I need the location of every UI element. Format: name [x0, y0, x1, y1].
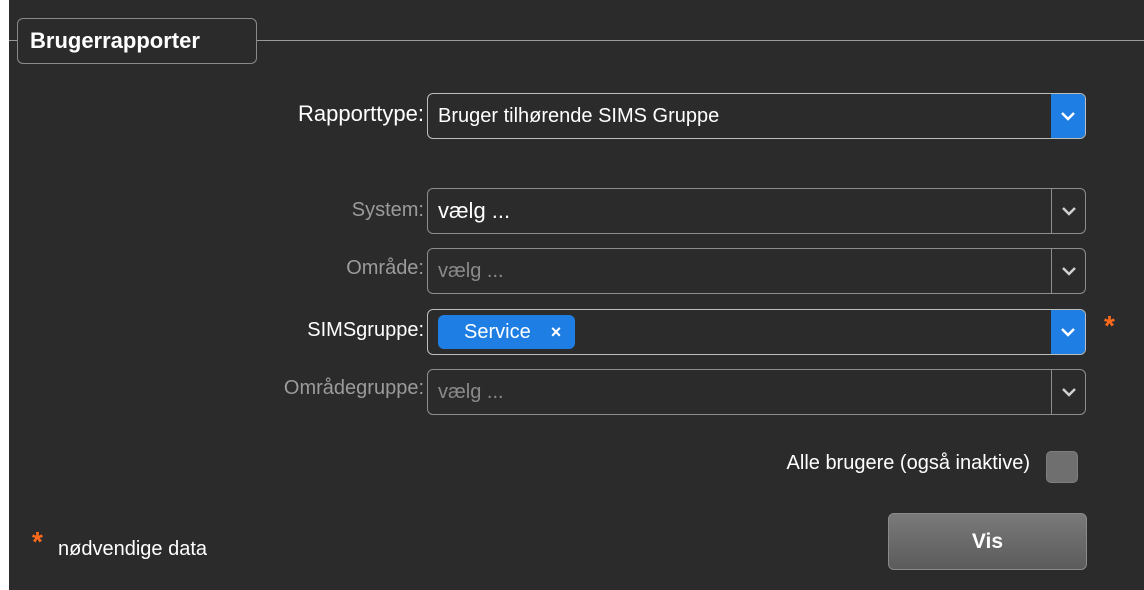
system-value: vælg ...: [438, 198, 511, 223]
panel-title: Brugerrapporter: [17, 18, 257, 64]
area-group-select[interactable]: vælg ...: [427, 369, 1086, 415]
area-group-placeholder: vælg ...: [438, 380, 504, 403]
sims-group-tags: Service ×: [428, 315, 1051, 349]
area-select[interactable]: vælg ...: [427, 248, 1086, 294]
sims-group-label: SIMSgruppe:: [307, 319, 424, 341]
area-placeholder: vælg ...: [438, 259, 504, 282]
required-star-icon: *: [1104, 310, 1115, 341]
report-type-label: Rapporttype:: [298, 101, 424, 126]
area-group-label: Områdegruppe:: [283, 377, 424, 399]
report-panel: Brugerrapporter: [9, 0, 1144, 590]
vis-button-label: Vis: [971, 529, 1004, 553]
report-type-select[interactable]: Bruger tilhørende SIMS Gruppe: [427, 93, 1086, 139]
all-users-label: Alle brugere (også inaktive): [786, 452, 1030, 474]
chevron-down-icon[interactable]: [1051, 189, 1085, 233]
system-label: System:: [351, 199, 424, 221]
legend-star-icon: *: [32, 526, 43, 557]
system-select[interactable]: vælg ...: [427, 188, 1086, 234]
report-type-value: Bruger tilhørende SIMS Gruppe: [438, 104, 720, 127]
selected-tag-label: Service: [464, 320, 531, 343]
chevron-down-icon[interactable]: [1051, 370, 1085, 414]
area-label: Område:: [346, 257, 424, 279]
chevron-down-icon[interactable]: [1051, 249, 1085, 293]
chevron-down-icon[interactable]: [1051, 94, 1085, 138]
sims-group-select[interactable]: Service ×: [427, 309, 1086, 355]
remove-tag-icon[interactable]: ×: [551, 322, 562, 343]
selected-tag[interactable]: Service ×: [438, 315, 576, 349]
panel-title-text: Brugerrapporter: [30, 28, 200, 53]
vis-button[interactable]: Vis: [888, 513, 1087, 570]
all-users-checkbox[interactable]: [1046, 451, 1078, 483]
chevron-down-icon[interactable]: [1051, 310, 1085, 354]
required-legend: nødvendige data: [58, 538, 208, 560]
